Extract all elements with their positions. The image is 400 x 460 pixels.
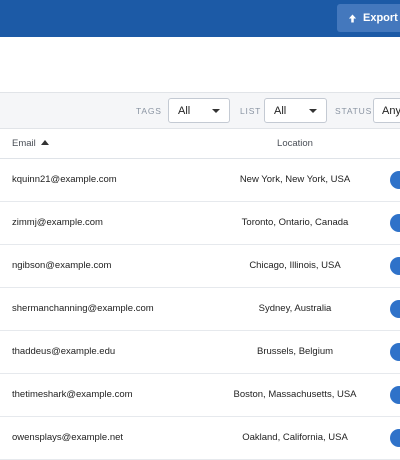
location-cell: Toronto, Ontario, Canada (241, 217, 349, 228)
export-upload-icon (348, 13, 357, 23)
table-row[interactable]: shermanchanning@example.com Sydney, Aust… (0, 288, 400, 331)
row-action-icon[interactable] (390, 300, 400, 318)
location-column-header[interactable]: Location (207, 138, 383, 149)
list-filter-label: LIST (240, 106, 262, 116)
export-button-label: Export (363, 12, 398, 24)
table-row[interactable]: kquinn21@example.com New York, New York,… (0, 159, 400, 202)
chevron-down-icon (309, 109, 317, 113)
table-row[interactable]: thetimeshark@example.com Boston, Massach… (0, 374, 400, 417)
tags-filter-select[interactable]: All (168, 98, 230, 123)
list-filter-value: All (274, 104, 287, 117)
status-filter-value: Any (382, 104, 400, 117)
list-filter-select[interactable]: All (264, 98, 327, 123)
location-cell: Boston, Massachusetts, USA (233, 389, 357, 400)
top-bar: Export (0, 0, 400, 37)
row-action-icon[interactable] (390, 214, 400, 232)
tags-filter-label: TAGS (136, 106, 162, 116)
row-action-icon[interactable] (390, 386, 400, 404)
location-cell: Chicago, Illinois, USA (249, 260, 341, 271)
row-action-icon[interactable] (390, 343, 400, 361)
status-filter-select[interactable]: Any (373, 98, 400, 123)
location-cell: Sydney, Australia (258, 303, 332, 314)
email-cell: owensplays@example.net (12, 432, 124, 443)
filter-bar: TAGS All LIST All STATUS Any (0, 92, 400, 129)
location-cell: Oakland, California, USA (242, 432, 348, 443)
table-header: Email Location (0, 129, 400, 159)
table-row[interactable]: ngibson@example.com Chicago, Illinois, U… (0, 245, 400, 288)
row-action-icon[interactable] (390, 171, 400, 189)
location-cell: New York, New York, USA (239, 174, 351, 185)
status-filter-label: STATUS (335, 106, 373, 116)
email-cell: ngibson@example.com (12, 260, 112, 271)
email-cell: zimmj@example.com (12, 217, 103, 228)
sort-ascending-icon (40, 140, 49, 145)
table-row[interactable]: zimmj@example.com Toronto, Ontario, Cana… (0, 202, 400, 245)
export-button[interactable]: Export (337, 4, 400, 32)
email-column-header[interactable]: Email (12, 138, 49, 149)
tags-filter-value: All (178, 104, 191, 117)
chevron-down-icon (212, 109, 220, 113)
row-action-icon[interactable] (390, 429, 400, 447)
email-cell: shermanchanning@example.com (12, 303, 154, 314)
location-cell: Brussels, Belgium (256, 346, 334, 357)
email-cell: thaddeus@example.edu (12, 346, 116, 357)
email-cell: thetimeshark@example.com (12, 389, 133, 400)
row-action-icon[interactable] (390, 257, 400, 275)
table-row[interactable]: thaddeus@example.edu Brussels, Belgium (0, 331, 400, 374)
email-cell: kquinn21@example.com (12, 174, 117, 185)
email-column-label: Email (12, 138, 36, 149)
